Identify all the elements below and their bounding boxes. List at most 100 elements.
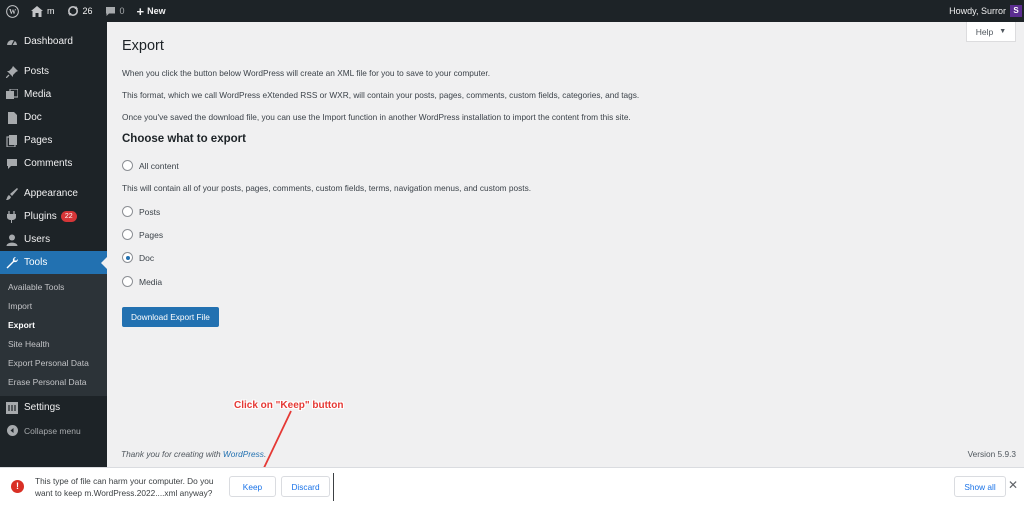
download-bar: ! This type of file can harm your comput…	[0, 467, 1024, 505]
sidebar-item-label: Settings	[24, 402, 61, 413]
sidebar-item-label: Users	[24, 234, 51, 245]
sidebar-item-tools[interactable]: Tools	[0, 251, 107, 274]
sidebar-item-label: Pages	[24, 135, 53, 146]
page-title: Export	[122, 38, 164, 54]
submenu-item-import[interactable]: Import	[0, 297, 107, 316]
refresh-icon	[67, 5, 79, 17]
updates-link[interactable]: 26	[61, 0, 99, 22]
sidebar-item-users[interactable]: Users	[0, 228, 107, 251]
sidebar-item-label: Collapse menu	[24, 425, 81, 436]
radio-button[interactable]	[122, 160, 133, 171]
sidebar-item-label: Comments	[24, 158, 73, 169]
sidebar-item-comments[interactable]: Comments	[0, 152, 107, 175]
comment-bubble-icon	[105, 6, 116, 17]
home-icon	[31, 5, 43, 17]
radio-doc[interactable]: Doc	[122, 252, 154, 263]
sidebar-item-label: Media	[24, 89, 52, 100]
new-label: New	[147, 6, 166, 16]
settings-icon	[6, 401, 18, 414]
svg-text:W: W	[9, 8, 17, 16]
sidebar-item-label: Tools	[24, 257, 48, 268]
radio-label: Posts	[139, 206, 161, 217]
plugins-update-badge: 22	[60, 211, 77, 222]
plugin-icon	[6, 210, 18, 223]
dashboard-icon	[6, 36, 18, 48]
help-tab-button[interactable]: Help ▼	[966, 22, 1016, 42]
sidebar-item-pages[interactable]: Pages	[0, 129, 107, 152]
brush-icon	[6, 187, 18, 200]
version-text: Version 5.9.3	[967, 449, 1016, 459]
pages-icon	[6, 134, 18, 147]
submenu-item-erase-personal-data[interactable]: Erase Personal Data	[0, 373, 107, 392]
sidebar-item-appearance[interactable]: Appearance	[0, 182, 107, 205]
media-icon	[6, 88, 18, 101]
collapse-menu-button[interactable]: Collapse menu	[0, 419, 107, 442]
admin-bar: W m 26 0 + New Howdy, Surror S	[0, 0, 1024, 22]
submenu-item-available-tools[interactable]: Available Tools	[0, 278, 107, 297]
comments-link[interactable]: 0	[99, 0, 131, 22]
footer-period: .	[263, 449, 267, 459]
comments-count: 0	[119, 6, 125, 16]
doc-icon	[6, 111, 18, 124]
howdy-text: Howdy, Surror	[949, 6, 1006, 16]
choose-export-heading: Choose what to export	[122, 133, 246, 145]
radio-button[interactable]	[122, 276, 133, 287]
wrench-icon	[6, 256, 18, 269]
site-name: m	[47, 6, 55, 16]
footer-thanks-text: Thank you for creating with	[121, 449, 223, 459]
radio-label: Doc	[139, 252, 155, 263]
radio-all-content[interactable]: All content	[122, 160, 179, 171]
my-account-link[interactable]: Howdy, Surror S	[943, 0, 1024, 22]
all-content-description: This will contain all of your posts, pag…	[122, 183, 532, 193]
sidebar-item-label: Doc	[24, 112, 42, 123]
sidebar-item-doc[interactable]: Doc	[0, 106, 107, 129]
annotation-label: Click on "Keep" button	[234, 400, 344, 411]
submenu-item-site-health[interactable]: Site Health	[0, 335, 107, 354]
submenu-item-export-personal-data[interactable]: Export Personal Data	[0, 354, 107, 373]
user-icon	[6, 234, 18, 246]
radio-pages[interactable]: Pages	[122, 229, 163, 240]
plus-icon: +	[136, 3, 145, 19]
radio-button[interactable]	[122, 206, 133, 217]
sidebar-item-plugins[interactable]: Plugins 22	[0, 205, 107, 228]
download-export-file-button[interactable]: Download Export File	[122, 307, 219, 327]
sidebar-item-posts[interactable]: Posts	[0, 60, 107, 83]
wordpress-logo-icon[interactable]: W	[0, 0, 25, 22]
sidebar-item-media[interactable]: Media	[0, 83, 107, 106]
sidebar-item-settings[interactable]: Settings	[0, 396, 107, 419]
divider	[333, 473, 334, 501]
download-warning-text: This type of file can harm your computer…	[35, 476, 214, 498]
export-format-text: This format, which we call WordPress eXt…	[122, 90, 640, 100]
sidebar-item-label: Plugins	[24, 211, 57, 222]
updates-count: 26	[82, 6, 93, 16]
sidebar-item-dashboard[interactable]: Dashboard	[0, 30, 107, 53]
keep-button[interactable]: Keep	[229, 476, 276, 497]
collapse-icon	[6, 425, 18, 437]
discard-button[interactable]: Discard	[281, 476, 330, 497]
radio-media[interactable]: Media	[122, 276, 162, 287]
radio-label: Pages	[139, 229, 164, 240]
new-content-link[interactable]: + New	[131, 0, 172, 22]
sidebar-item-label: Appearance	[24, 188, 78, 199]
radio-label: All content	[139, 160, 179, 171]
caret-down-icon: ▼	[999, 28, 1007, 35]
radio-button-checked[interactable]	[122, 252, 133, 263]
footer-thanks: Thank you for creating with WordPress.	[121, 449, 266, 459]
admin-sidebar: Dashboard Posts Media Doc Pages Comments…	[0, 22, 107, 467]
site-name-link[interactable]: m	[25, 0, 61, 22]
radio-posts[interactable]: Posts	[122, 206, 160, 217]
tools-submenu: Available Tools Import Export Site Healt…	[0, 274, 107, 396]
sidebar-item-label: Dashboard	[24, 36, 73, 47]
close-icon[interactable]: ✕	[1006, 478, 1020, 492]
submenu-item-export[interactable]: Export	[0, 316, 107, 335]
radio-label: Media	[139, 276, 163, 287]
pin-icon	[6, 65, 18, 78]
sidebar-item-label: Posts	[24, 66, 50, 77]
show-all-button[interactable]: Show all	[954, 476, 1006, 497]
export-import-text: Once you've saved the download file, you…	[122, 112, 631, 122]
radio-button[interactable]	[122, 229, 133, 240]
export-intro-text: When you click the button below WordPres…	[122, 68, 490, 78]
help-label: Help	[975, 26, 994, 37]
warning-icon: !	[11, 480, 24, 493]
wordpress-link[interactable]: WordPress	[223, 449, 264, 459]
